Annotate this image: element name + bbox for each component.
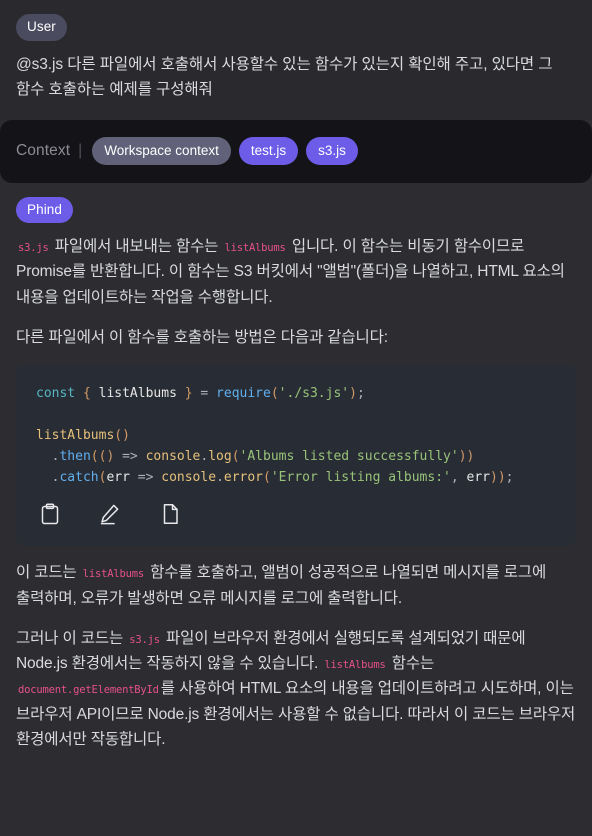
assistant-paragraph-1: s3.js 파일에서 내보내는 함수는 listAlbums 입니다. 이 함수… bbox=[16, 234, 576, 310]
pencil-icon[interactable] bbox=[98, 502, 122, 526]
assistant-message-block: Phind s3.js 파일에서 내보내는 함수는 listAlbums 입니다… bbox=[0, 182, 592, 836]
context-label: Context bbox=[16, 142, 71, 160]
assistant-paragraph-3: 이 코드는 listAlbums 함수를 호출하고, 앨범이 성공적으로 나열되… bbox=[16, 560, 576, 611]
context-chip-workspace[interactable]: Workspace context bbox=[92, 136, 231, 166]
inline-code-s3js: s3.js bbox=[18, 242, 49, 255]
context-chip-test-js[interactable]: test.js bbox=[238, 136, 299, 166]
code-content[interactable]: const { listAlbums } = require('./s3.js'… bbox=[36, 383, 556, 488]
inline-code-s3js-2: s3.js bbox=[129, 633, 160, 646]
inline-code-listalbums-2: listAlbums bbox=[82, 568, 144, 581]
clipboard-icon[interactable] bbox=[38, 502, 62, 526]
context-separator: | bbox=[78, 142, 83, 160]
context-chip-s3-js[interactable]: s3.js bbox=[306, 136, 358, 166]
paragraph-4-text-3: 함수는 bbox=[387, 655, 435, 673]
paragraph-1-text-1: 파일에서 내보내는 함수는 bbox=[50, 238, 223, 256]
code-block: const { listAlbums } = require('./s3.js'… bbox=[16, 365, 576, 547]
user-message-text: @s3.js 다른 파일에서 호출해서 사용할수 있는 함수가 있는지 확인해 … bbox=[16, 52, 576, 102]
inline-code-getelementbyid: document.getElementById bbox=[18, 684, 159, 697]
assistant-role-badge: Phind bbox=[16, 196, 74, 224]
assistant-paragraph-2: 다른 파일에서 이 함수를 호출하는 방법은 다음과 같습니다: bbox=[16, 328, 388, 346]
file-mention[interactable]: @s3.js bbox=[16, 56, 63, 73]
user-message-block: User @s3.js 다른 파일에서 호출해서 사용할수 있는 함수가 있는지… bbox=[0, 0, 592, 120]
file-icon[interactable] bbox=[158, 502, 182, 526]
chat-conversation-panel: User @s3.js 다른 파일에서 호출해서 사용할수 있는 함수가 있는지… bbox=[0, 0, 592, 836]
paragraph-4-text-1: 그러나 이 코드는 bbox=[16, 629, 128, 647]
inline-code-listalbums-3: listAlbums bbox=[324, 659, 386, 672]
user-role-badge: User bbox=[16, 14, 67, 41]
context-bar: Context | Workspace context test.js s3.j… bbox=[0, 119, 592, 183]
code-block-actions bbox=[36, 488, 556, 538]
assistant-paragraph-4: 그러나 이 코드는 s3.js 파일이 브라우저 환경에서 실행되도록 설계되었… bbox=[16, 626, 576, 752]
inline-code-listalbums: listAlbums bbox=[224, 242, 286, 255]
paragraph-3-text-1: 이 코드는 bbox=[16, 564, 81, 582]
user-message-body: 다른 파일에서 호출해서 사용할수 있는 함수가 있는지 확인해 주고, 있다면… bbox=[16, 55, 553, 98]
